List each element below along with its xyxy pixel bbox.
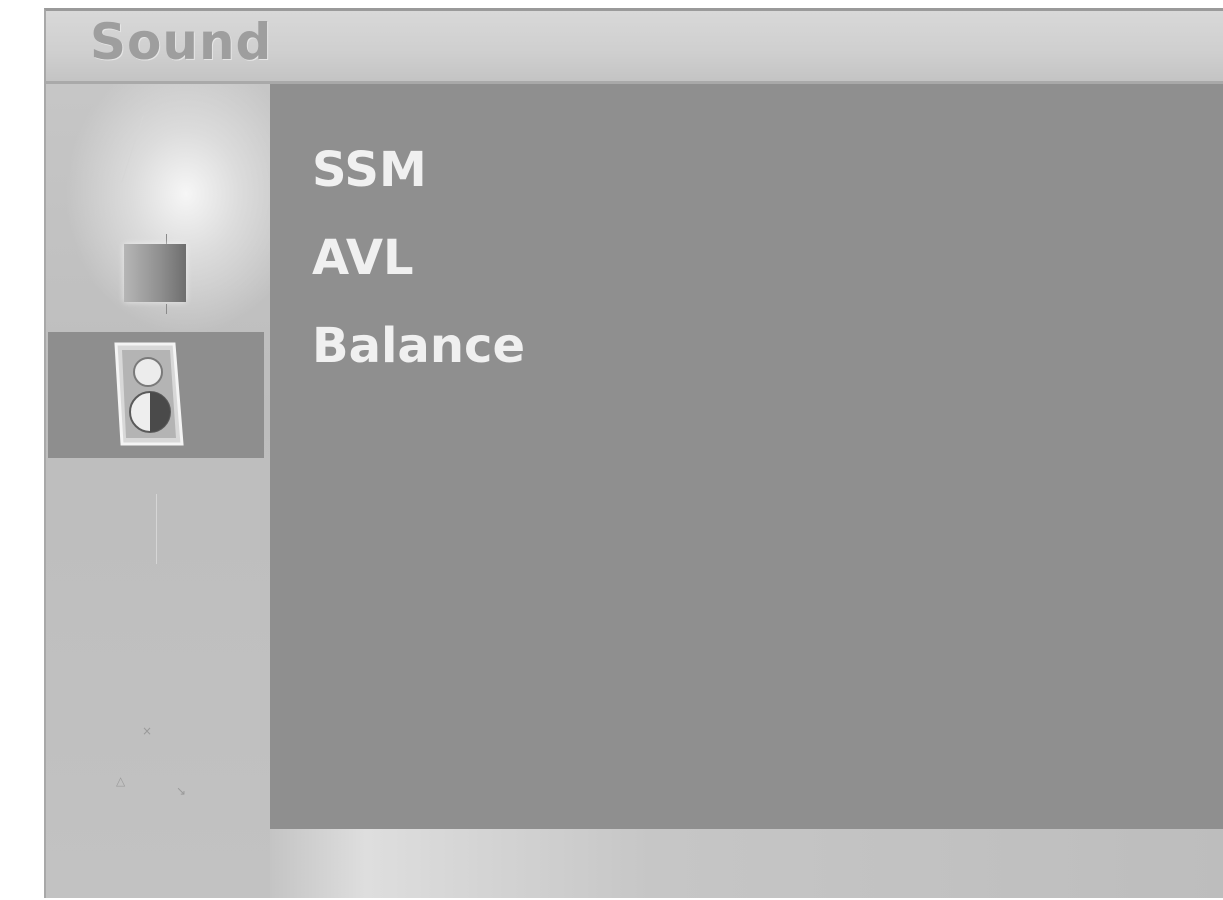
osd-window: Sound × △ ↘ SSM AVL Balance: [44, 8, 1223, 898]
picture-icon[interactable]: [124, 244, 186, 302]
decorative-mark: ↘: [176, 784, 187, 798]
menu-panel: SSM AVL Balance: [270, 84, 1223, 829]
menu-item-balance[interactable]: Balance: [312, 302, 525, 390]
speaker-icon: [114, 342, 184, 446]
tick-mark: [166, 304, 167, 314]
sidebar-item-sound[interactable]: [48, 332, 264, 458]
bottom-strip: [270, 829, 1223, 898]
menu-list: SSM AVL Balance: [312, 126, 525, 390]
menu-item-avl[interactable]: AVL: [312, 214, 525, 302]
decorative-line: [156, 494, 157, 564]
tick-mark: [166, 234, 167, 244]
title-bar: Sound: [46, 11, 1223, 84]
decorative-mark: ×: [142, 724, 153, 738]
menu-item-ssm[interactable]: SSM: [312, 126, 525, 214]
decorative-line: [121, 115, 144, 183]
decorative-mark: △: [116, 774, 126, 788]
sidebar: × △ ↘: [46, 84, 270, 898]
page-title: Sound: [90, 13, 273, 71]
